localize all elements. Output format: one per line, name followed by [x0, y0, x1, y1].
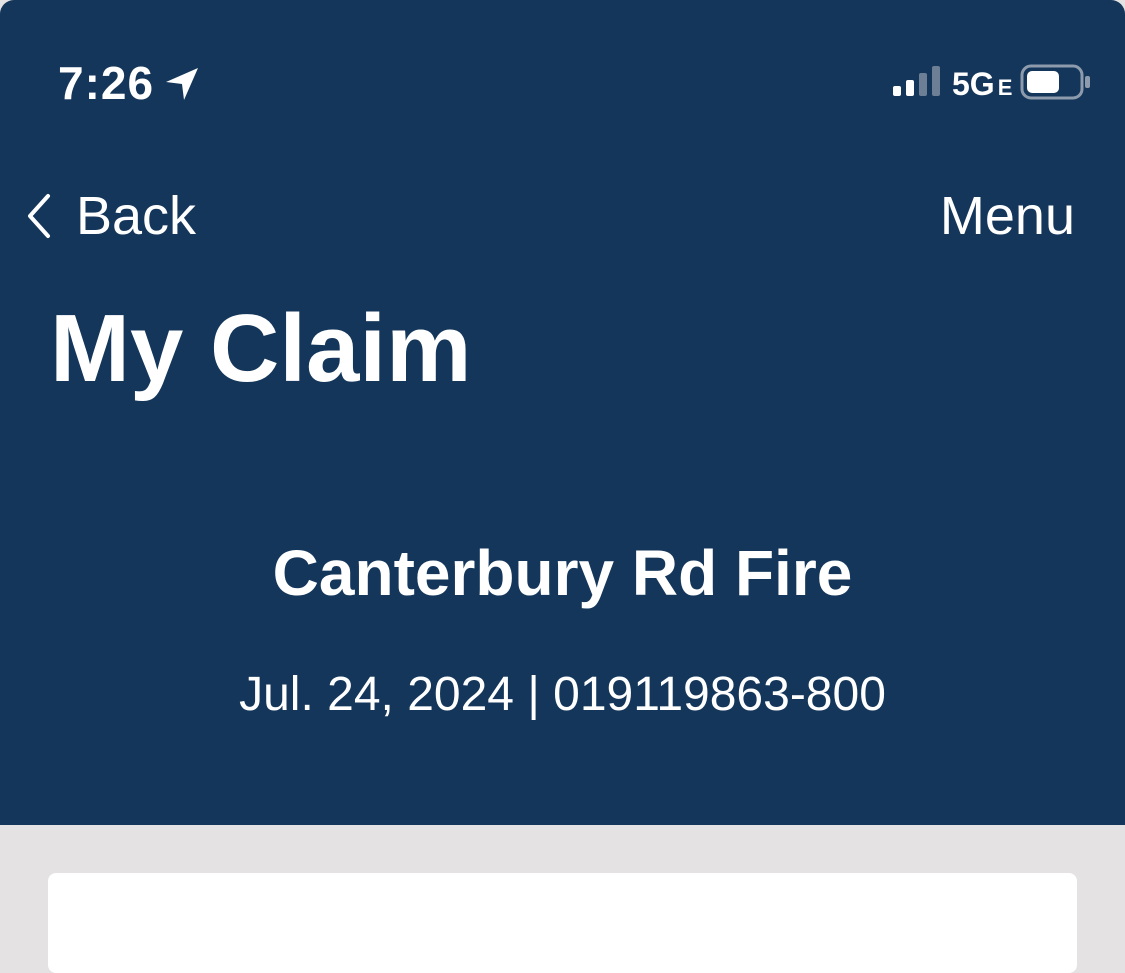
nav-bar: Back Menu [0, 170, 1125, 260]
battery-icon [1020, 64, 1092, 100]
network-label: 5G [952, 66, 995, 102]
chevron-left-icon [28, 194, 50, 238]
header: 7:26 5G E Back Menu My Claim Canterbury … [0, 0, 1125, 825]
back-button[interactable]: Back [24, 184, 196, 248]
location-arrow-icon [164, 66, 200, 102]
network-indicator: 5G E [952, 66, 1012, 103]
menu-button[interactable]: Menu [940, 184, 1075, 248]
status-bar: 7:26 5G E [0, 0, 1125, 160]
network-suffix: E [997, 75, 1013, 100]
claim-name: Canterbury Rd Fire [272, 537, 853, 609]
signal-icon [893, 66, 943, 98]
content-card [48, 873, 1077, 973]
status-time: 7:26 [58, 57, 155, 109]
back-label: Back [76, 186, 197, 246]
page-title: My Claim [50, 295, 472, 402]
claim-date-number: Jul. 24, 2024 | 019119863-800 [239, 668, 886, 721]
